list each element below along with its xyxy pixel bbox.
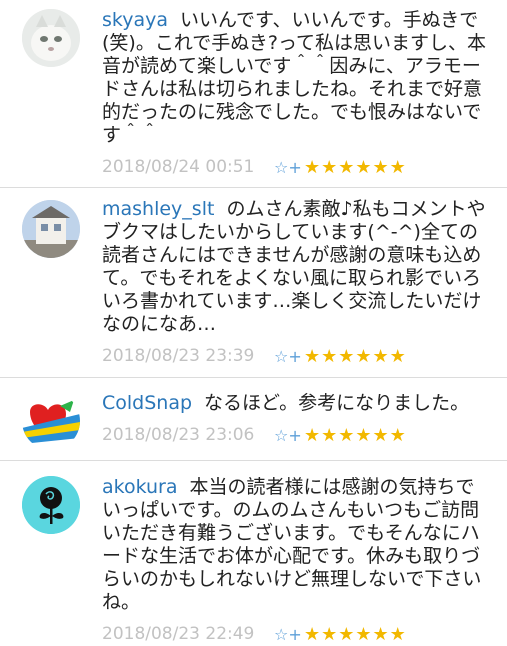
- username-link[interactable]: skyaya: [102, 9, 168, 31]
- comment-meta: 2018/08/24 00:51 ☆+ ★★★★★★: [102, 155, 507, 179]
- star-rating: ★★★★★★: [304, 156, 407, 178]
- comment-meta: 2018/08/23 22:49 ☆+ ★★★★★★: [102, 622, 507, 646]
- username-link[interactable]: mashley_slt: [102, 198, 214, 220]
- comment-item: skyaya いいんです、いいんです。手ぬきで(笑)。これで手ぬき?って私は思いま…: [0, 9, 507, 179]
- username-link[interactable]: akokura: [102, 476, 178, 498]
- star-rating: ★★★★★★: [304, 345, 407, 367]
- star-plus-icon[interactable]: ☆+: [274, 347, 304, 366]
- comment-item: ColdSnap なるほど。参考になりました。 2018/08/23 23:06 …: [0, 392, 507, 450]
- comment-text: ColdSnap なるほど。参考になりました。: [102, 392, 507, 415]
- comment-item: mashley_slt のムさん素敵♪私もコメントやブクマはしたいからしています(…: [0, 198, 507, 368]
- timestamp: 2018/08/24 00:51: [102, 157, 255, 177]
- star-rating: ★★★★★★: [304, 623, 407, 645]
- avatar[interactable]: [22, 392, 80, 450]
- star-plus-icon[interactable]: ☆+: [274, 158, 304, 177]
- comment-text: mashley_slt のムさん素敵♪私もコメントやブクマはしたいからしています(…: [102, 198, 507, 336]
- comment-text: akokura 本当の読者様には感謝の気持ちでいっぱいです。のムのムさんもいつもご…: [102, 476, 507, 614]
- star-rating: ★★★★★★: [304, 424, 407, 446]
- comment-body: なるほど。参考になりました。: [204, 392, 470, 414]
- username-link[interactable]: ColdSnap: [102, 392, 192, 414]
- divider: [0, 460, 507, 461]
- comment-item: akokura 本当の読者様には感謝の気持ちでいっぱいです。のムのムさんもいつもご…: [0, 476, 507, 646]
- avatar[interactable]: [22, 9, 80, 67]
- timestamp: 2018/08/23 23:06: [102, 425, 255, 445]
- avatar[interactable]: [22, 476, 80, 534]
- divider: [0, 377, 507, 378]
- comment-meta: 2018/08/23 23:39 ☆+ ★★★★★★: [102, 344, 507, 368]
- avatar[interactable]: [22, 200, 80, 258]
- comment-meta: 2018/08/23 23:06 ☆+ ★★★★★★: [102, 423, 507, 447]
- timestamp: 2018/08/23 22:49: [102, 624, 255, 644]
- comment-text: skyaya いいんです、いいんです。手ぬきで(笑)。これで手ぬき?って私は思いま…: [102, 9, 507, 147]
- timestamp: 2018/08/23 23:39: [102, 346, 255, 366]
- star-plus-icon[interactable]: ☆+: [274, 426, 304, 445]
- divider: [0, 187, 507, 188]
- star-plus-icon[interactable]: ☆+: [274, 625, 304, 644]
